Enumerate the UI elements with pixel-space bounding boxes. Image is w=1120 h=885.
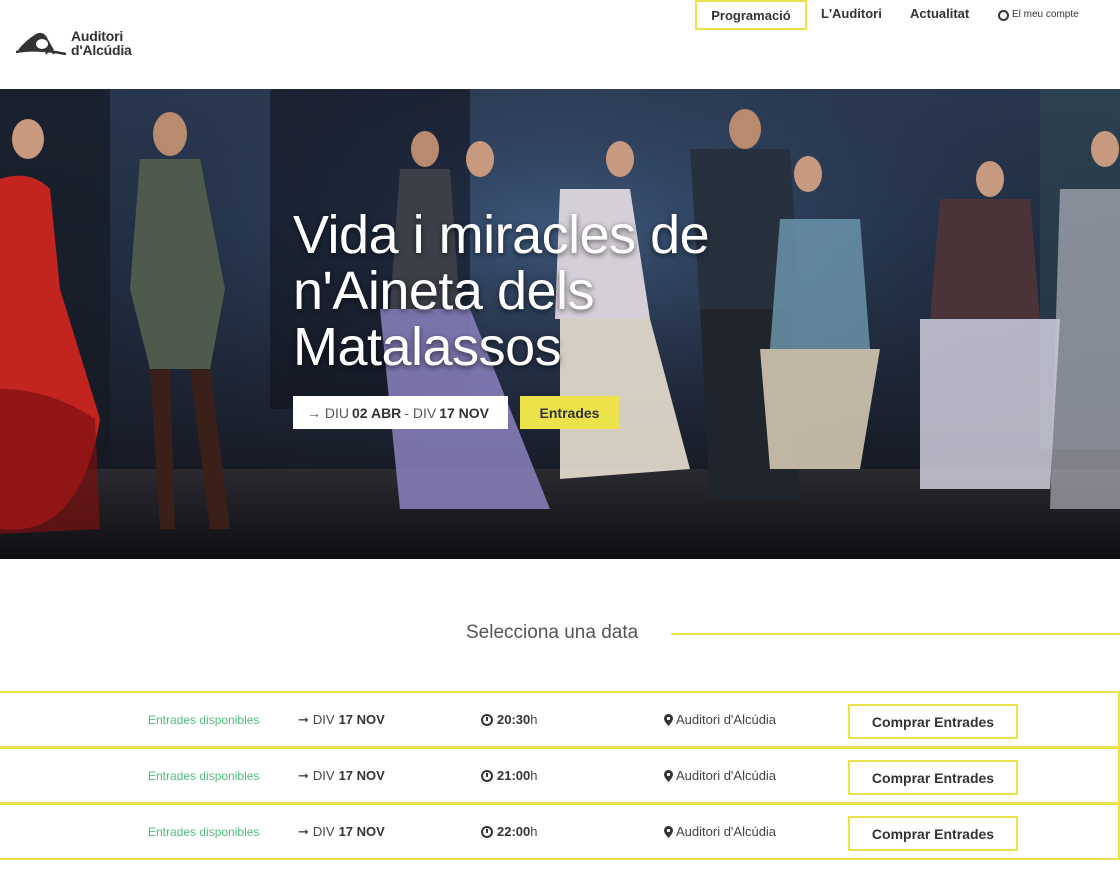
session-venue: Auditori d'Alcúdia: [664, 693, 776, 746]
session-time-value: 20:30: [497, 712, 531, 727]
logo-line2: d'Alcúdia: [71, 42, 132, 58]
session-day: DIV: [312, 768, 335, 783]
date-to-day: DIV: [412, 404, 437, 421]
session-date: ➞ DIV 17 NOV: [298, 805, 385, 858]
buy-tickets-button[interactable]: Comprar Entrades: [848, 704, 1018, 739]
site-logo[interactable]: Auditori d'Alcúdia: [16, 26, 136, 60]
session-time-value: 22:00: [497, 824, 531, 839]
map-pin-icon: [664, 713, 673, 726]
session-time-value: 21:00: [497, 768, 531, 783]
hero-banner: Vida i miracles de n'Aineta dels Matalas…: [0, 89, 1120, 559]
session-time: 21:00 h: [481, 749, 537, 802]
session-row: Entrades disponibles ➞ DIV 17 NOV 21:00 h…: [0, 747, 1120, 804]
date-from-day: DIU: [324, 404, 350, 421]
map-pin-icon: [664, 769, 673, 782]
map-pin-icon: [664, 825, 673, 838]
session-day: DIV: [312, 824, 335, 839]
clock-icon: [481, 825, 493, 838]
event-title: Vida i miracles de n'Aineta dels Matalas…: [293, 205, 710, 377]
availability-label: Entrades disponibles: [148, 768, 260, 783]
session-venue: Auditori d'Alcúdia: [664, 805, 776, 858]
date-from: 02 ABR: [352, 404, 402, 421]
session-list: Entrades disponibles ➞ DIV 17 NOV 20:30 h…: [0, 691, 1120, 860]
nav-programacio[interactable]: Programació: [695, 0, 807, 30]
site-header: Auditori d'Alcúdia Programació L'Auditor…: [0, 0, 1120, 89]
account-circle-icon: [998, 9, 1009, 21]
section-divider: [671, 633, 1120, 635]
time-suffix: h: [530, 768, 538, 783]
date-separator: -: [404, 404, 409, 421]
session-time: 22:00 h: [481, 805, 537, 858]
venue-name: Auditori d'Alcúdia: [676, 712, 777, 727]
session-date: ➞ DIV 17 NOV: [298, 749, 385, 802]
arrow-right-icon: →: [307, 404, 321, 421]
availability-label: Entrades disponibles: [148, 824, 260, 839]
session-venue: Auditori d'Alcúdia: [664, 749, 776, 802]
session-day: DIV: [312, 712, 335, 727]
venue-name: Auditori d'Alcúdia: [676, 824, 777, 839]
venue-name: Auditori d'Alcúdia: [676, 768, 777, 783]
event-date-range: → DIU 02 ABR - DIV 17 NOV: [293, 396, 509, 429]
arrow-right-icon: ➞: [298, 711, 309, 727]
time-suffix: h: [530, 712, 538, 727]
nav-account[interactable]: El meu compte: [998, 0, 1079, 30]
logo-icon: [16, 32, 67, 56]
tickets-button[interactable]: Entrades: [520, 396, 619, 429]
session-date-value: 17 NOV: [338, 712, 385, 727]
buy-tickets-button[interactable]: Comprar Entrades: [848, 760, 1018, 795]
clock-icon: [481, 769, 493, 782]
clock-icon: [481, 713, 493, 726]
logo-line1: Auditori: [71, 28, 124, 44]
session-date-value: 17 NOV: [338, 824, 385, 839]
nav-account-label: El meu compte: [1012, 9, 1079, 20]
buy-tickets-button[interactable]: Comprar Entrades: [848, 816, 1018, 851]
nav-lauditori[interactable]: L'Auditori: [821, 0, 882, 30]
session-date: ➞ DIV 17 NOV: [298, 693, 385, 746]
availability-label: Entrades disponibles: [148, 712, 260, 727]
logo-text: Auditori d'Alcúdia: [71, 29, 132, 57]
session-row: Entrades disponibles ➞ DIV 17 NOV 20:30 h…: [0, 691, 1120, 748]
arrow-right-icon: ➞: [298, 823, 309, 839]
arrow-right-icon: ➞: [298, 767, 309, 783]
time-suffix: h: [530, 824, 538, 839]
select-date-title: Selecciona una data: [466, 622, 639, 643]
date-to: 17 NOV: [439, 404, 490, 421]
nav-actualitat[interactable]: Actualitat: [910, 0, 969, 30]
session-date-value: 17 NOV: [338, 768, 385, 783]
session-row: Entrades disponibles ➞ DIV 17 NOV 22:00 h…: [0, 803, 1120, 860]
session-time: 20:30 h: [481, 693, 537, 746]
